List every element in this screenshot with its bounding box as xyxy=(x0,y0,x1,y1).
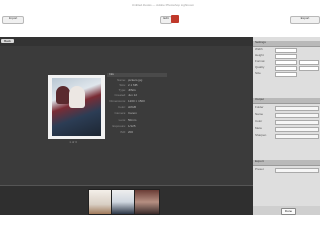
info-row: Dimensions: 1200 × 1500 xyxy=(108,100,168,103)
preset-select[interactable] xyxy=(275,168,319,173)
sidebar-row: Meta xyxy=(255,126,319,132)
row-label: Sharpen xyxy=(255,133,267,137)
sidebar-row: Preset xyxy=(255,167,319,173)
info-label: Size: xyxy=(119,83,126,87)
info-label: Camera: xyxy=(114,111,126,115)
back-button-label: Back xyxy=(4,39,11,43)
done-button[interactable]: Done xyxy=(281,208,296,215)
info-value: 2.1 MB xyxy=(128,83,138,87)
info-header-label: Info xyxy=(109,72,115,76)
import-button[interactable]: Import xyxy=(2,16,24,24)
info-value: 1/125 xyxy=(128,124,136,128)
info-row: Camera: Canon xyxy=(108,112,168,115)
info-row: Type: JPEG xyxy=(108,89,168,92)
format-option[interactable] xyxy=(299,60,319,65)
meta-select[interactable] xyxy=(275,127,319,132)
sidebar-row: Height xyxy=(255,53,318,59)
sidebar-row: Size xyxy=(255,71,318,77)
preview-subject-left xyxy=(56,86,70,104)
sidebar-section-export[interactable]: Export xyxy=(253,160,320,166)
info-row: Size: 2.1 MB xyxy=(108,84,168,87)
row-label: Meta xyxy=(255,126,262,130)
info-header: Info xyxy=(107,73,167,77)
info-label: Color: xyxy=(117,105,126,109)
info-row: ISO: 200 xyxy=(108,131,168,134)
row-label: Folder xyxy=(255,105,264,109)
preview-caption: 1 of 3 xyxy=(69,140,77,144)
sidebar-row: Folder xyxy=(255,105,319,111)
main-toolbar xyxy=(0,37,253,46)
width-field[interactable] xyxy=(275,48,297,53)
format-field[interactable] xyxy=(275,60,297,65)
sidebar-row: Sharpen xyxy=(255,133,319,139)
record-icon[interactable] xyxy=(171,15,179,23)
info-label: Exposure: xyxy=(112,124,126,128)
row-label: Format xyxy=(255,59,265,63)
name-select[interactable] xyxy=(275,113,319,118)
folder-select[interactable] xyxy=(275,106,319,111)
sidebar-section-settings[interactable]: Settings xyxy=(253,41,320,47)
info-label: Type: xyxy=(118,88,126,92)
sidebar-row: Format xyxy=(255,59,319,65)
sidebar-row: Quality xyxy=(255,65,319,71)
section-title: Settings xyxy=(255,40,266,44)
info-label: Lens: xyxy=(118,118,126,122)
window-title: Untitled.ibooks — Adobe Photoshop Lightr… xyxy=(131,3,195,7)
sidebar-row: Name xyxy=(255,112,319,118)
sidebar-row: Width xyxy=(255,47,318,53)
info-value: Canon xyxy=(128,111,137,115)
quality-option[interactable] xyxy=(299,66,319,71)
sharpen-select[interactable] xyxy=(275,134,319,139)
back-button[interactable]: Back xyxy=(1,39,14,43)
info-value: 1200 × 1500 xyxy=(128,99,145,103)
export-button[interactable]: Export xyxy=(290,16,320,24)
row-label: Size xyxy=(255,71,261,75)
size-field[interactable] xyxy=(275,72,297,77)
export-button-label: Export xyxy=(300,16,310,20)
info-label: Created: xyxy=(114,93,126,97)
info-value: Jun 12 xyxy=(128,93,138,97)
info-row: Name: pickers.jpg xyxy=(108,79,168,82)
section-title: Export xyxy=(255,159,264,163)
row-label: Preset xyxy=(255,167,264,171)
row-label: Height xyxy=(255,53,264,57)
info-row: Color: sRGB xyxy=(108,106,168,109)
info-row: Lens: 50mm xyxy=(108,119,168,122)
row-label: Name xyxy=(255,112,264,116)
row-label: Quality xyxy=(255,65,265,69)
sidebar-section-output[interactable]: Output xyxy=(253,98,320,104)
thumbnail-2[interactable] xyxy=(111,189,135,215)
info-value: 50mm xyxy=(128,118,137,122)
info-value: 200 xyxy=(128,130,134,134)
quality-field[interactable] xyxy=(275,66,297,71)
import-button-label: Import xyxy=(8,16,18,20)
info-value: pickers.jpg xyxy=(128,78,143,82)
row-label: Width xyxy=(255,47,263,51)
thumbnail-1[interactable] xyxy=(88,189,112,215)
edit-button-label: Edit xyxy=(163,16,169,20)
info-value: JPEG xyxy=(128,88,136,92)
height-field[interactable] xyxy=(275,54,297,59)
info-label: Name: xyxy=(117,78,126,82)
info-label: ISO: xyxy=(119,130,126,134)
section-title: Output xyxy=(255,97,265,101)
footer xyxy=(0,215,320,240)
sidebar-row: Color xyxy=(255,119,319,125)
color-select[interactable] xyxy=(275,120,319,125)
info-label: Dimensions: xyxy=(109,99,126,103)
info-row: Created: Jun 12 xyxy=(108,94,168,97)
thumbnail-3[interactable] xyxy=(134,189,160,215)
done-button-label: Done xyxy=(284,209,293,213)
row-label: Color xyxy=(255,119,263,123)
info-value: sRGB xyxy=(128,105,137,109)
info-row: Exposure: 1/125 xyxy=(108,125,168,128)
preview-subject-right xyxy=(69,86,85,108)
